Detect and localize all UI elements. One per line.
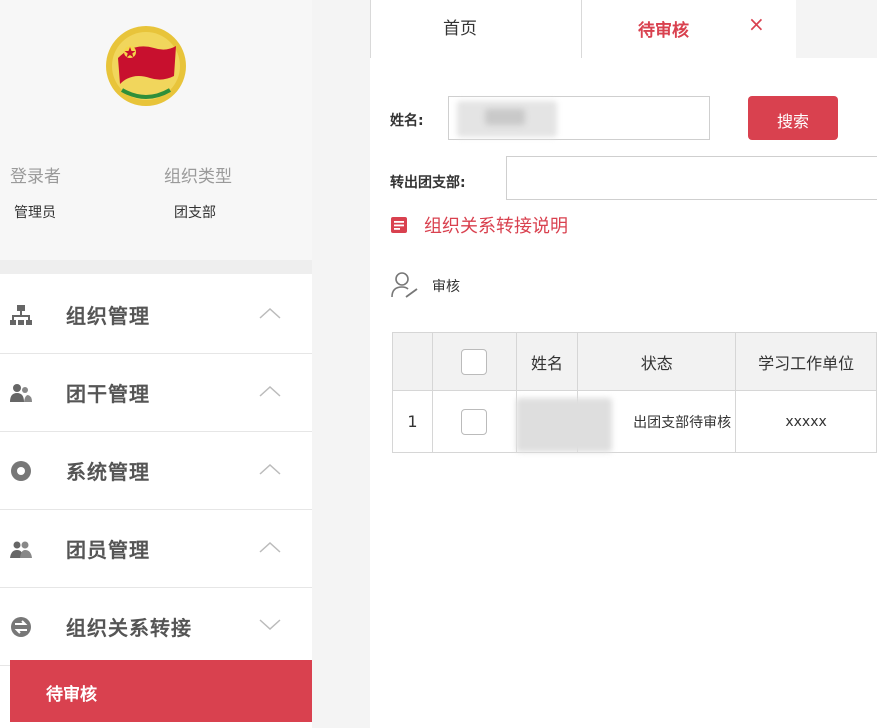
- login-user-label: 登录者: [10, 167, 61, 187]
- chevron-up-icon: [259, 541, 281, 553]
- select-all-checkbox[interactable]: [461, 348, 488, 375]
- org-type-label: 组织类型: [164, 167, 232, 187]
- search-button[interactable]: 搜索: [748, 96, 838, 140]
- chevron-up-icon: [259, 385, 281, 397]
- members-icon: [10, 541, 32, 558]
- gutter: [312, 0, 370, 728]
- redacted-mask: [516, 398, 612, 452]
- source-branch-label: 转出团支部:: [390, 175, 466, 191]
- sidebar-item-cadre-management[interactable]: 团干管理: [0, 354, 312, 432]
- chevron-up-icon: [259, 463, 281, 475]
- org-chart-icon: [10, 305, 32, 325]
- sidebar: 登录者 组织类型 管理员 团支部 组织管理 团干管理 系统管理 团员管理 组织关…: [0, 0, 312, 728]
- name-header: 姓名: [515, 332, 579, 391]
- select-all-cell: [431, 332, 517, 391]
- login-user-value: 管理员: [14, 205, 56, 221]
- row-checkbox[interactable]: [461, 408, 488, 435]
- audit-label: 审核: [432, 279, 460, 295]
- tab-label: 首页: [443, 19, 477, 39]
- chevron-down-icon: [259, 619, 281, 631]
- user-edit-icon: [391, 272, 418, 298]
- profile-panel: 登录者 组织类型 管理员 团支部: [0, 0, 312, 260]
- row-unit: xxxxx: [735, 390, 877, 453]
- sidebar-item-org-transfer[interactable]: 组织关系转接: [0, 588, 312, 666]
- redacted-mask: [485, 109, 525, 125]
- sidebar-item-label: 系统管理: [66, 460, 150, 484]
- org-type-value: 团支部: [174, 205, 216, 221]
- name-input[interactable]: [448, 96, 710, 140]
- league-emblem-logo: [106, 26, 186, 106]
- table-header-row: 姓名 状态 学习工作单位: [392, 332, 877, 391]
- sidebar-item-label: 组织管理: [66, 304, 150, 328]
- index-header: [392, 332, 433, 391]
- gear-icon: [11, 461, 31, 481]
- source-branch-input[interactable]: [506, 156, 877, 200]
- tab-pending-review[interactable]: 待审核 ×: [582, 0, 796, 58]
- sidebar-subitem-pending-review[interactable]: 待审核: [10, 660, 312, 722]
- cadre-users-icon: [10, 384, 32, 402]
- name-label: 姓名:: [390, 113, 424, 129]
- row-select-cell: [431, 390, 517, 453]
- transfer-icon: [11, 617, 31, 637]
- document-icon: [391, 217, 407, 233]
- results-table: 姓名 状态 学习工作单位 1 出团支部待审核 xxxxx: [392, 332, 877, 453]
- sidebar-item-label: 组织关系转接: [66, 616, 192, 640]
- chevron-up-icon: [259, 307, 281, 319]
- sidebar-item-system-management[interactable]: 系统管理: [0, 432, 312, 510]
- main-content: 首页 待审核 × 姓名: 搜索 转出团支部: 组织关系转接说明 审核 姓名 状态…: [312, 0, 877, 728]
- search-button-label: 搜索: [776, 112, 809, 131]
- tab-label: 待审核: [638, 21, 689, 41]
- tab-home[interactable]: 首页: [370, 0, 582, 58]
- sidebar-item-label: 团员管理: [66, 538, 150, 562]
- transfer-instructions-text: 组织关系转接说明: [424, 216, 568, 237]
- sidebar-divider: [0, 260, 312, 274]
- row-index: 1: [392, 390, 433, 453]
- tab-bar: 首页 待审核 ×: [312, 0, 877, 58]
- unit-header: 学习工作单位: [735, 332, 877, 391]
- sidebar-item-org-management[interactable]: 组织管理: [0, 276, 312, 354]
- sidebar-item-member-management[interactable]: 团员管理: [0, 510, 312, 588]
- close-icon[interactable]: ×: [748, 12, 765, 36]
- status-header: 状态: [577, 332, 737, 391]
- sidebar-item-label: 团干管理: [66, 382, 150, 406]
- table-row[interactable]: 1 出团支部待审核 xxxxx: [392, 390, 877, 453]
- sidebar-subitem-label: 待审核: [46, 685, 97, 705]
